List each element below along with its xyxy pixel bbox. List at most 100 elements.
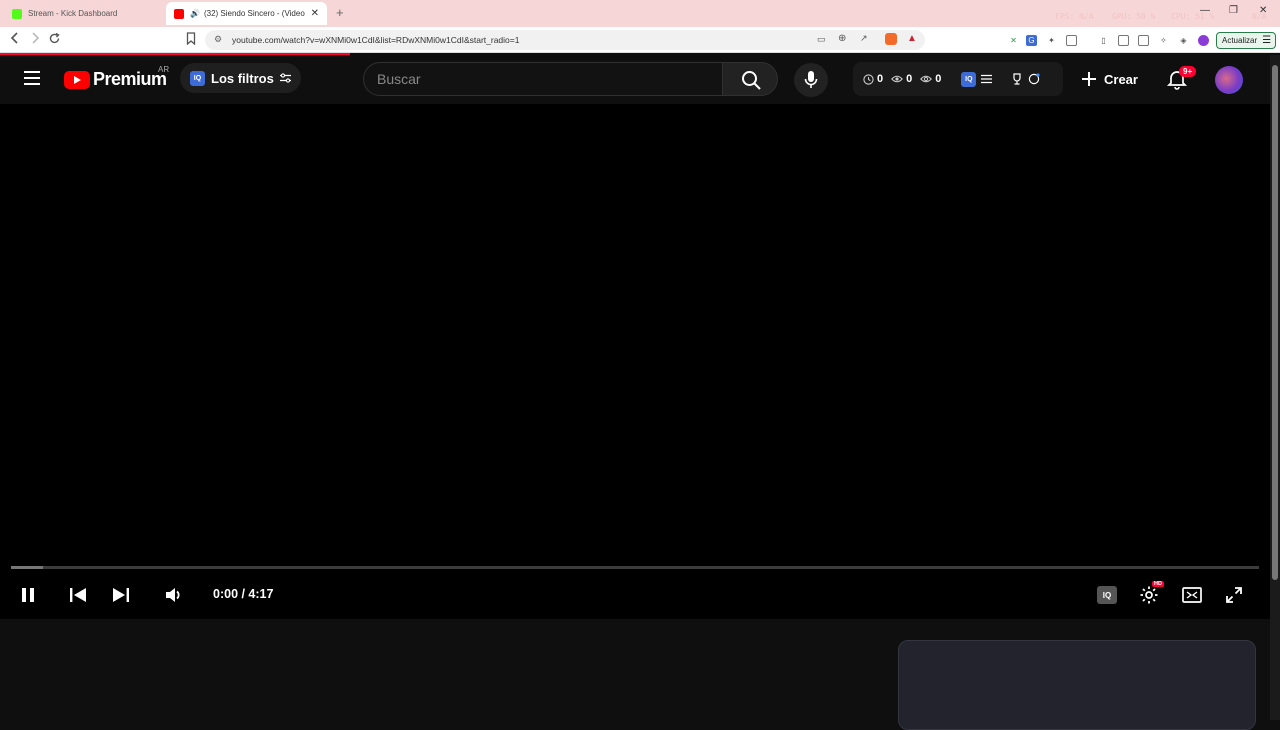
update-button[interactable]: Actualizar ☰ bbox=[1216, 32, 1277, 49]
brave-shields-icon[interactable] bbox=[885, 33, 897, 45]
create-label: Crear bbox=[1104, 71, 1138, 87]
stat-time[interactable]: 0 bbox=[863, 73, 883, 85]
voice-search-button[interactable] bbox=[794, 63, 828, 97]
minimize-icon[interactable]: — bbox=[1200, 5, 1210, 16]
logo-text: Premium bbox=[93, 69, 167, 89]
search-box bbox=[363, 62, 723, 96]
youtube-header: Premium AR IQ Los filtros 0 0 0 IQ bbox=[0, 55, 1270, 104]
search-input[interactable] bbox=[377, 71, 707, 87]
tab-title: Stream - Kick Dashboard bbox=[28, 9, 118, 18]
gear-icon bbox=[1140, 586, 1158, 604]
reload-icon[interactable] bbox=[48, 32, 61, 48]
fps-overlay: FPS: N/A bbox=[1055, 12, 1094, 21]
sliders-icon bbox=[279, 73, 291, 83]
screenshot-extension-icon[interactable] bbox=[1066, 35, 1077, 46]
sidebar-toggle-icon[interactable]: ▯ bbox=[1098, 35, 1109, 46]
create-button[interactable]: Crear bbox=[1080, 67, 1138, 91]
sidebar-panel bbox=[898, 640, 1256, 730]
guide-menu-icon[interactable] bbox=[24, 71, 40, 85]
stat-views-value: 0 bbox=[906, 73, 913, 85]
extensions-puzzle-icon[interactable]: ✦ bbox=[1046, 35, 1057, 46]
previous-button[interactable] bbox=[66, 584, 90, 606]
browser-toolbar: ⚙ youtube.com/watch?v=wXNMi0w1CdI&list=R… bbox=[0, 27, 1280, 53]
notifications-badge: 9+ bbox=[1179, 66, 1197, 77]
window-manager-icon[interactable] bbox=[1138, 35, 1149, 46]
stat-watched-value: 0 bbox=[935, 73, 942, 85]
scrollbar-thumb[interactable] bbox=[1272, 65, 1278, 580]
hd-badge: HD bbox=[1152, 581, 1164, 587]
forward-icon[interactable] bbox=[30, 32, 40, 47]
chat-bubble-icon[interactable] bbox=[1028, 73, 1040, 85]
below-player-area bbox=[0, 619, 1270, 730]
pause-button[interactable] bbox=[16, 584, 40, 606]
address-bar[interactable]: ⚙ youtube.com/watch?v=wXNMi0w1CdI&list=R… bbox=[205, 30, 925, 50]
extension-x-icon[interactable]: ✕ bbox=[1008, 35, 1019, 46]
restore-icon[interactable]: ❐ bbox=[1229, 5, 1238, 16]
eye-icon bbox=[891, 75, 904, 83]
new-tab-button[interactable]: + bbox=[336, 5, 344, 20]
site-settings-icon[interactable]: ⚙ bbox=[214, 34, 222, 45]
stat-watched[interactable]: 0 bbox=[920, 73, 941, 85]
iq-icon[interactable]: IQ bbox=[961, 71, 977, 87]
fullscreen-button[interactable] bbox=[1222, 584, 1246, 606]
theater-mode-button[interactable] bbox=[1180, 584, 1204, 606]
next-button[interactable] bbox=[109, 584, 133, 606]
buffered-progress bbox=[11, 566, 43, 569]
tab-title: (32) Siendo Sincero - (Video O bbox=[203, 9, 307, 18]
pause-icon bbox=[22, 588, 34, 602]
iq-extension-icon: IQ bbox=[190, 70, 205, 86]
youtube-favicon-icon bbox=[174, 8, 184, 19]
volume-icon bbox=[166, 588, 180, 602]
profile-avatar-icon[interactable] bbox=[1198, 35, 1209, 46]
skip-next-icon bbox=[113, 588, 129, 602]
iq-player-button[interactable]: IQ bbox=[1095, 584, 1119, 606]
eye-outline-icon bbox=[920, 75, 933, 83]
update-label: Actualizar bbox=[1222, 36, 1258, 45]
kick-favicon-icon bbox=[12, 8, 22, 19]
video-player[interactable]: 0:00 / 4:17 IQ HD bbox=[0, 104, 1270, 619]
cast-icon[interactable]: ▭ bbox=[817, 34, 826, 45]
extension-stats-panel: 0 0 0 IQ bbox=[853, 62, 1063, 96]
youtube-premium-logo[interactable]: Premium AR bbox=[64, 65, 169, 90]
stat-time-value: 0 bbox=[877, 73, 884, 85]
back-icon[interactable] bbox=[10, 32, 20, 47]
youtube-play-logo-icon bbox=[64, 70, 90, 89]
expand-icon bbox=[1226, 587, 1242, 603]
stat-views[interactable]: 0 bbox=[891, 73, 912, 85]
brave-rewards-icon[interactable]: ▲ bbox=[907, 33, 917, 44]
clock-icon bbox=[863, 73, 874, 85]
trophy-icon[interactable] bbox=[1011, 73, 1023, 85]
country-code: AR bbox=[158, 65, 170, 74]
list-icon[interactable] bbox=[981, 74, 993, 84]
vpn-shield-icon[interactable]: ◈ bbox=[1178, 35, 1189, 46]
filters-button[interactable]: IQ Los filtros bbox=[180, 63, 301, 93]
share-icon[interactable]: ↗ bbox=[860, 33, 868, 44]
zoom-icon[interactable]: ⊕ bbox=[838, 33, 846, 44]
settings-button[interactable]: HD bbox=[1137, 581, 1164, 606]
theater-mode-icon bbox=[1182, 587, 1202, 603]
tab-panel-icon[interactable] bbox=[1118, 35, 1129, 46]
url-text: youtube.com/watch?v=wXNMi0w1CdI&list=RDw… bbox=[232, 35, 520, 45]
browser-tab-bar: Stream - Kick Dashboard 🔊 (32) Siendo Si… bbox=[0, 0, 1280, 27]
mute-button[interactable] bbox=[161, 584, 185, 606]
page-scrollbar[interactable] bbox=[1270, 55, 1280, 720]
translate-extension-icon[interactable]: G bbox=[1026, 35, 1037, 46]
microphone-icon bbox=[804, 71, 818, 88]
bookmark-icon[interactable] bbox=[186, 32, 196, 48]
window-close-icon[interactable]: ✕ bbox=[1259, 5, 1267, 16]
menu-icon[interactable]: ☰ bbox=[1262, 35, 1271, 46]
audio-playing-icon[interactable]: 🔊 bbox=[190, 9, 200, 18]
skip-previous-icon bbox=[70, 588, 86, 602]
search-button[interactable] bbox=[722, 62, 778, 96]
time-display: 0:00 / 4:17 bbox=[213, 587, 274, 601]
iq-player-icon: IQ bbox=[1097, 586, 1117, 604]
tab-kick-dashboard[interactable]: Stream - Kick Dashboard bbox=[4, 2, 164, 25]
seek-bar[interactable] bbox=[11, 566, 1259, 569]
ai-sparkle-icon[interactable]: ✧ bbox=[1158, 35, 1169, 46]
tab-close-icon[interactable]: ✕ bbox=[311, 8, 319, 19]
plus-icon bbox=[1082, 72, 1096, 86]
account-avatar[interactable] bbox=[1215, 66, 1243, 94]
gpu-overlay: GPU: 50 % bbox=[1112, 12, 1156, 21]
tab-youtube[interactable]: 🔊 (32) Siendo Sincero - (Video O ✕ bbox=[166, 2, 327, 25]
filters-label: Los filtros bbox=[211, 70, 274, 86]
